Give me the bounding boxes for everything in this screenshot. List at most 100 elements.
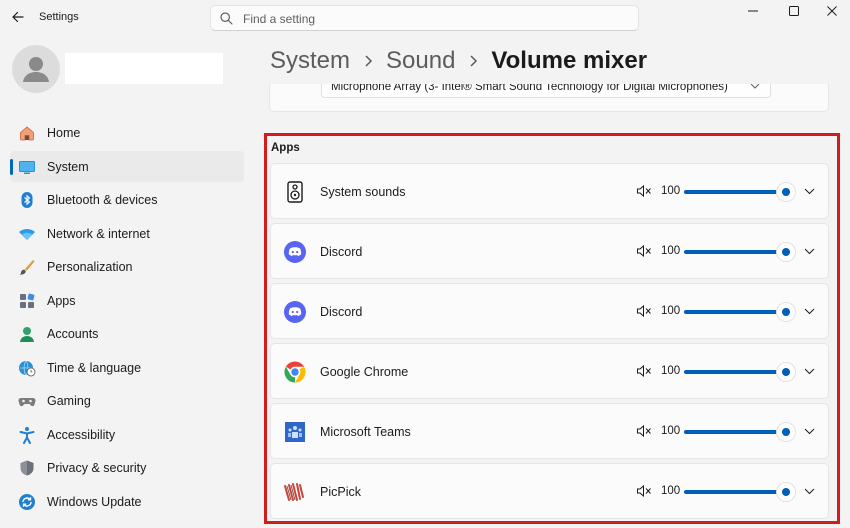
minimize-icon: [748, 10, 758, 12]
chevron-right-icon: [470, 55, 478, 67]
volume-slider[interactable]: [684, 422, 796, 442]
apps-icon: [18, 292, 36, 310]
back-arrow-icon: [12, 11, 24, 23]
app-row-google-chrome[interactable]: Google Chrome 100: [270, 343, 829, 399]
app-row-picpick[interactable]: PicPick 100: [270, 463, 829, 519]
breadcrumb-sound[interactable]: Sound: [386, 47, 455, 75]
globe-clock-icon: [18, 359, 36, 377]
volume-slider[interactable]: [684, 362, 796, 382]
slider-thumb[interactable]: [776, 182, 796, 202]
speaker-mute-icon[interactable]: [636, 244, 652, 258]
volume-slider[interactable]: [684, 302, 796, 322]
accessibility-icon: [18, 426, 36, 444]
slider-thumb[interactable]: [776, 362, 796, 382]
minimize-button[interactable]: [738, 2, 768, 20]
volume-slider[interactable]: [684, 242, 796, 262]
sidebar-item-personalization[interactable]: Personalization: [10, 251, 244, 282]
app-row-microsoft-teams[interactable]: Microsoft Teams 100: [270, 403, 829, 459]
maximize-icon: [789, 6, 799, 16]
volume-slider[interactable]: [684, 482, 796, 502]
slider-track: [684, 490, 784, 494]
sidebar-item-apps[interactable]: Apps: [10, 285, 244, 316]
sidebar-item-label: Network & internet: [47, 226, 150, 241]
app-row-discord-2[interactable]: Discord 100: [270, 283, 829, 339]
app-row-system-sounds[interactable]: System sounds 100: [270, 163, 829, 219]
shield-icon: [18, 459, 36, 477]
speaker-mute-icon[interactable]: [636, 424, 652, 438]
sidebar-item-system[interactable]: System: [10, 150, 244, 182]
sidebar-item-time-language[interactable]: Time & language: [10, 352, 244, 383]
slider-thumb[interactable]: [776, 422, 796, 442]
slider-thumb[interactable]: [776, 242, 796, 262]
search-box[interactable]: [210, 5, 639, 31]
speaker-mute-icon[interactable]: [636, 364, 652, 378]
speaker-mute-icon[interactable]: [636, 304, 652, 318]
chevron-down-icon: [750, 84, 760, 89]
input-device-dropdown[interactable]: Microphone Array (3- Intel® Smart Sound …: [321, 84, 771, 98]
apps-section-title: Apps: [271, 142, 300, 154]
sidebar-item-label: Personalization: [47, 260, 133, 274]
gamepad-icon: [18, 392, 36, 410]
breadcrumb-system[interactable]: System: [270, 47, 350, 75]
teams-icon: [285, 422, 305, 442]
title-bar: Settings: [0, 0, 850, 36]
sidebar-item-label: Accounts: [47, 327, 99, 341]
speaker-mute-icon[interactable]: [636, 184, 652, 198]
slider-track: [684, 430, 784, 434]
app-name: Discord: [320, 305, 363, 319]
volume-value: 100: [661, 365, 681, 377]
slider-thumb[interactable]: [776, 302, 796, 322]
close-button[interactable]: [817, 2, 847, 20]
brush-icon: [18, 258, 36, 276]
sidebar-item-network[interactable]: Network & internet: [10, 218, 244, 249]
avatar: [12, 45, 60, 93]
sidebar-nav: Home System Bluetooth & devices Network …: [10, 117, 244, 519]
accounts-icon: [18, 325, 36, 343]
chevron-down-icon[interactable]: [804, 187, 815, 195]
sidebar-item-home[interactable]: Home: [10, 117, 244, 148]
wifi-icon: [18, 225, 36, 243]
chevron-down-icon[interactable]: [804, 367, 815, 375]
chevron-down-icon[interactable]: [804, 427, 815, 435]
sidebar-item-bluetooth[interactable]: Bluetooth & devices: [10, 184, 244, 215]
sidebar-item-label: Time & language: [47, 360, 142, 375]
chrome-icon: [284, 361, 306, 383]
sidebar-item-accounts[interactable]: Accounts: [10, 318, 244, 349]
sidebar-item-label: Gaming: [47, 394, 91, 408]
back-button[interactable]: [10, 9, 26, 25]
sidebar-item-label: Windows Update: [47, 494, 142, 509]
volume-value: 100: [661, 245, 681, 257]
chevron-down-icon[interactable]: [804, 247, 815, 255]
sidebar-item-privacy[interactable]: Privacy & security: [10, 452, 244, 483]
sidebar-item-label: Bluetooth & devices: [47, 193, 158, 207]
app-name: Microsoft Teams: [320, 425, 411, 439]
close-icon: [827, 6, 837, 16]
slider-track: [684, 190, 784, 194]
sidebar-item-windows-update[interactable]: Windows Update: [10, 486, 244, 517]
app-name: System sounds: [320, 185, 406, 199]
update-icon: [18, 493, 36, 511]
user-name-placeholder: [65, 53, 223, 84]
sidebar-item-accessibility[interactable]: Accessibility: [10, 419, 244, 450]
sidebar-item-label: System: [47, 159, 89, 174]
discord-icon: [284, 301, 306, 323]
slider-thumb[interactable]: [776, 482, 796, 502]
volume-slider[interactable]: [684, 182, 796, 202]
app-title: Settings: [39, 11, 79, 23]
chevron-down-icon[interactable]: [804, 307, 815, 315]
sidebar-item-label: Home: [47, 126, 81, 140]
speaker-mute-icon[interactable]: [636, 484, 652, 498]
bluetooth-icon: [18, 191, 36, 209]
maximize-button[interactable]: [779, 2, 809, 20]
sidebar-item-label: Accessibility: [47, 427, 116, 442]
app-row-discord-1[interactable]: Discord 100: [270, 223, 829, 279]
search-input[interactable]: [243, 10, 623, 27]
volume-value: 100: [661, 425, 681, 437]
chevron-down-icon[interactable]: [804, 487, 815, 495]
app-name: PicPick: [320, 485, 361, 499]
sidebar-item-label: Apps: [47, 293, 76, 308]
slider-track: [684, 250, 784, 254]
sidebar-item-gaming[interactable]: Gaming: [10, 385, 244, 416]
chevron-right-icon: [365, 55, 373, 67]
picpick-icon: [284, 483, 304, 501]
